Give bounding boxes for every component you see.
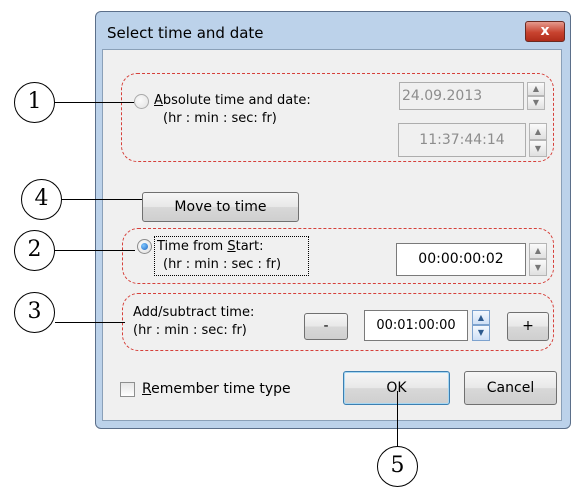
- callout-1-leader: [55, 102, 134, 104]
- time-from-start-hint: (hr : min : sec : fr): [163, 257, 282, 272]
- callout-1: 1: [14, 82, 55, 123]
- spin-up-icon[interactable]: ▲: [527, 82, 545, 96]
- mnemonic-letter: S: [227, 239, 236, 254]
- absolute-date-field[interactable]: 24.09.2013: [399, 82, 524, 110]
- absolute-time-label: Absolute time and date:: [154, 93, 311, 108]
- spin-down-icon[interactable]: ▼: [472, 325, 490, 341]
- spin-up-icon[interactable]: ▲: [472, 310, 490, 325]
- spin-down-icon[interactable]: ▼: [529, 259, 547, 276]
- absolute-time-spinner[interactable]: ▲ ▼: [529, 123, 547, 157]
- add-subtract-spinner[interactable]: ▲ ▼: [472, 310, 490, 341]
- time-from-start-spinner[interactable]: ▲ ▼: [529, 243, 547, 276]
- callout-2-leader: [55, 250, 135, 252]
- spin-up-icon[interactable]: ▲: [529, 243, 547, 259]
- callout-3: 3: [14, 292, 55, 333]
- remember-time-type-label-text: emember time type: [151, 381, 291, 397]
- callout-3-leader: [55, 322, 125, 324]
- absolute-date-spinner[interactable]: ▲ ▼: [527, 82, 545, 110]
- spin-down-icon[interactable]: ▼: [527, 96, 545, 110]
- add-subtract-label: Add/subtract time:: [133, 305, 255, 320]
- absolute-time-field[interactable]: 11:37:44:14: [398, 123, 526, 157]
- remember-time-type-checkbox[interactable]: [120, 382, 135, 397]
- callout-4-leader: [62, 199, 142, 201]
- time-from-start-radio[interactable]: [137, 239, 152, 254]
- absolute-time-label-text: bsolute time and date:: [162, 93, 311, 108]
- close-button[interactable]: x: [525, 21, 565, 42]
- absolute-time-hint: (hr : min : sec: fr): [163, 111, 277, 126]
- add-subtract-field[interactable]: 00:01:00:00: [364, 310, 468, 341]
- remember-time-type-label[interactable]: Remember time type: [142, 381, 291, 397]
- subtract-button[interactable]: -: [304, 313, 348, 340]
- close-icon: x: [540, 23, 550, 39]
- time-from-start-label: Time from Start:: [157, 239, 264, 254]
- cancel-button[interactable]: Cancel: [464, 371, 557, 405]
- spin-down-icon[interactable]: ▼: [529, 140, 547, 157]
- callout-5-leader: [397, 391, 399, 447]
- move-to-time-button[interactable]: Move to time: [142, 192, 299, 222]
- radio-selected-dot: [141, 243, 148, 250]
- callout-2: 2: [14, 230, 55, 271]
- absolute-time-radio[interactable]: [134, 94, 149, 109]
- dialog-title: Select time and date: [107, 24, 264, 42]
- time-from-start-field[interactable]: 00:00:00:02: [396, 243, 526, 276]
- add-subtract-hint: (hr : min : sec: fr): [133, 323, 247, 338]
- add-button[interactable]: +: [507, 312, 549, 341]
- callout-5: 5: [377, 446, 418, 487]
- spin-up-icon[interactable]: ▲: [529, 123, 547, 140]
- callout-4: 4: [21, 179, 62, 220]
